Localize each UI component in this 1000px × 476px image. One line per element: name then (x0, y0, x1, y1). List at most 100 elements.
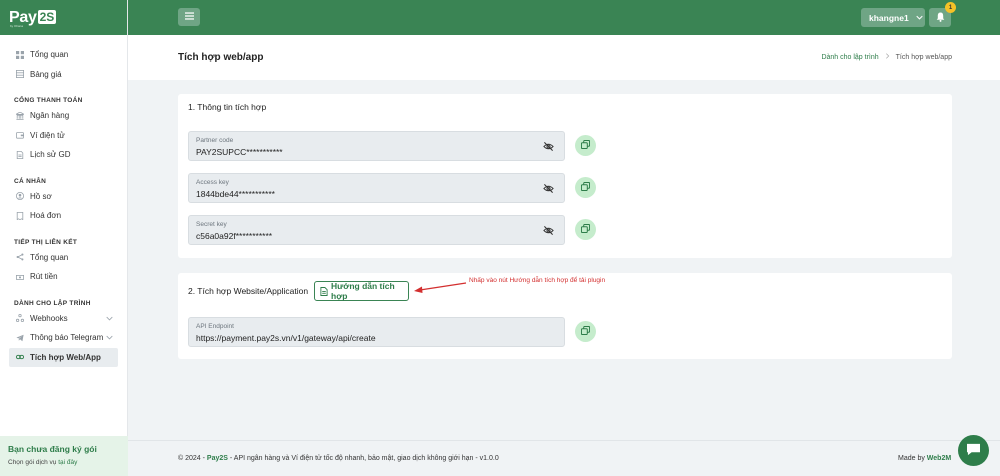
menu-toggle-button[interactable] (178, 8, 200, 26)
sidebar-item-history[interactable]: Lịch sử GD (0, 145, 127, 165)
api-endpoint-field[interactable]: API Endpoint https://payment.pay2s.vn/v1… (188, 317, 565, 347)
integration-info-card: 1. Thông tin tích hợp Partner code PAY2S… (178, 94, 952, 258)
made-by-prefix: Made by (898, 455, 927, 462)
footer: © 2024 - Pay2S - API ngân hàng và Ví điệ… (128, 440, 1000, 476)
eye-slash-icon[interactable] (543, 141, 554, 154)
document-icon (320, 286, 328, 296)
sidebar: Pay 2S by Ohana Tổng quan Bảng giá CỔNG … (0, 0, 128, 476)
copy-icon (580, 223, 591, 235)
integration-guide-button[interactable]: Hướng dẫn tích hợp (314, 281, 409, 301)
page-title: Tích hợp web/app (178, 52, 264, 63)
field-value: 1844bde44*********** (196, 189, 275, 199)
copy-icon (580, 325, 591, 337)
promo-title: Bạn chưa đăng ký gói (8, 444, 97, 454)
sidebar-item-label: Hoá đơn (30, 211, 62, 221)
user-icon (16, 192, 24, 201)
copy-icon (580, 181, 591, 193)
sidebar-item-overview[interactable]: Tổng quan (0, 45, 127, 65)
sidebar-item-invoice[interactable]: Hoá đơn (0, 206, 127, 226)
sidebar-item-label: Hồ sơ (30, 191, 52, 201)
eye-slash-icon[interactable] (543, 225, 554, 238)
sidebar-item-label: Tổng quan (30, 50, 69, 60)
sidebar-item-wallet[interactable]: Ví điện tử (0, 126, 127, 146)
sidebar-item-withdraw[interactable]: Rút tiền (0, 267, 127, 287)
topbar: khangne1 1 (128, 0, 1000, 35)
sidebar-nav: Tổng quan Bảng giá CỔNG THANH TOÁN Ngân … (0, 35, 127, 367)
copy-api-endpoint-button[interactable] (575, 321, 596, 342)
chat-button[interactable] (958, 435, 989, 466)
website-integration-card: 2. Tích hợp Website/Application Hướng dẫ… (178, 273, 952, 359)
sidebar-item-web-app-integration[interactable]: Tích hợp Web/App (9, 347, 118, 367)
promo-subtext: Chọn gói dịch vụ tại đây (8, 459, 120, 466)
sidebar-section-developer: DÀNH CHO LẬP TRÌNH (14, 299, 91, 307)
eye-slash-icon[interactable] (543, 183, 554, 196)
logo-box: 2S (37, 9, 57, 24)
network-icon (16, 253, 24, 261)
sidebar-item-label: Ví điện tử (30, 130, 65, 140)
field-value: https://payment.pay2s.vn/v1/gateway/api/… (196, 333, 376, 343)
annotation-text: Nhấp vào nút Hướng dẫn tích hợp để tải p… (469, 277, 606, 284)
sidebar-item-pricing[interactable]: Bảng giá (0, 65, 127, 85)
page-header: Tích hợp web/app Dành cho lập trình Tích… (128, 35, 1000, 80)
copy-icon (580, 139, 591, 151)
sidebar-item-label: Rút tiền (30, 272, 58, 282)
sidebar-section-affiliate: TIẾP THỊ LIÊN KẾT (14, 238, 78, 246)
breadcrumb-parent-link[interactable]: Dành cho lập trình (821, 54, 878, 61)
copy-partner-code-button[interactable] (575, 135, 596, 156)
sidebar-item-label: Bảng giá (30, 69, 62, 79)
sidebar-section-payment: CỔNG THANH TOÁN (14, 97, 83, 104)
chevron-down-icon (916, 14, 923, 21)
subscription-promo: Bạn chưa đăng ký gói Chọn gói dịch vụ tạ… (0, 436, 128, 476)
sidebar-item-label: Tổng quan (30, 252, 69, 262)
field-value: c56a0a92f*********** (196, 231, 273, 241)
chat-icon (966, 443, 981, 458)
chevron-down-icon (106, 334, 113, 343)
logo-area: Pay 2S by Ohana (0, 0, 127, 35)
table-icon (16, 70, 24, 79)
field-value: PAY2SUPCC*********** (196, 147, 283, 157)
promo-subtext-label: Chọn gói dịch vụ (8, 459, 59, 466)
footer-text: - API ngân hàng và Ví điện tử tốc độ nha… (227, 455, 499, 462)
sidebar-item-telegram[interactable]: Thông báo Telegram (0, 328, 127, 348)
footer-brand-link[interactable]: Pay2S (207, 455, 228, 462)
wallet-icon (16, 131, 24, 139)
sidebar-item-label: Webhooks (30, 313, 68, 323)
logo-subtext: by Ohana (10, 24, 24, 28)
website-integration-title: 2. Tích hợp Website/Application (188, 286, 309, 296)
secret-key-field[interactable]: Secret key c56a0a92f*********** (188, 215, 565, 245)
sidebar-item-label: Ngân hàng (30, 111, 70, 121)
file-icon (16, 150, 24, 159)
breadcrumb: Dành cho lập trình Tích hợp web/app (821, 53, 952, 61)
copy-secret-key-button[interactable] (575, 219, 596, 240)
sidebar-item-profile[interactable]: Hồ sơ (0, 187, 127, 207)
bank-icon (16, 111, 24, 120)
footer-made-by: Made by Web2M (898, 455, 951, 462)
sidebar-item-label: Lịch sử GD (30, 150, 71, 160)
field-label: API Endpoint (196, 323, 234, 330)
footer-prefix: © 2024 - (178, 455, 207, 462)
chevron-right-icon (885, 53, 890, 61)
field-label: Access key (196, 179, 229, 186)
made-by-link[interactable]: Web2M (927, 455, 951, 462)
notification-badge: 1 (945, 2, 956, 13)
sidebar-item-bank[interactable]: Ngân hàng (0, 106, 127, 126)
link-icon (16, 353, 24, 361)
withdraw-icon (16, 273, 24, 281)
copy-access-key-button[interactable] (575, 177, 596, 198)
guide-button-label: Hướng dẫn tích hợp (331, 281, 395, 301)
partner-code-field[interactable]: Partner code PAY2SUPCC*********** (188, 131, 565, 161)
field-label: Secret key (196, 221, 227, 228)
sidebar-item-affiliate-overview[interactable]: Tổng quan (0, 248, 127, 268)
receipt-icon (16, 211, 24, 220)
telegram-icon (16, 334, 24, 342)
webhook-icon (16, 314, 24, 323)
chevron-down-icon (106, 315, 113, 324)
sidebar-item-label: Thông báo Telegram (30, 333, 104, 343)
integration-info-title: 1. Thông tin tích hợp (188, 102, 267, 112)
sidebar-item-label: Tích hợp Web/App (30, 352, 101, 362)
access-key-field[interactable]: Access key 1844bde44*********** (188, 173, 565, 203)
promo-link[interactable]: tại đây (58, 459, 77, 466)
hamburger-icon (184, 12, 194, 22)
sidebar-item-webhooks[interactable]: Webhooks (0, 309, 127, 329)
user-menu-button[interactable]: khangne1 (861, 8, 925, 27)
